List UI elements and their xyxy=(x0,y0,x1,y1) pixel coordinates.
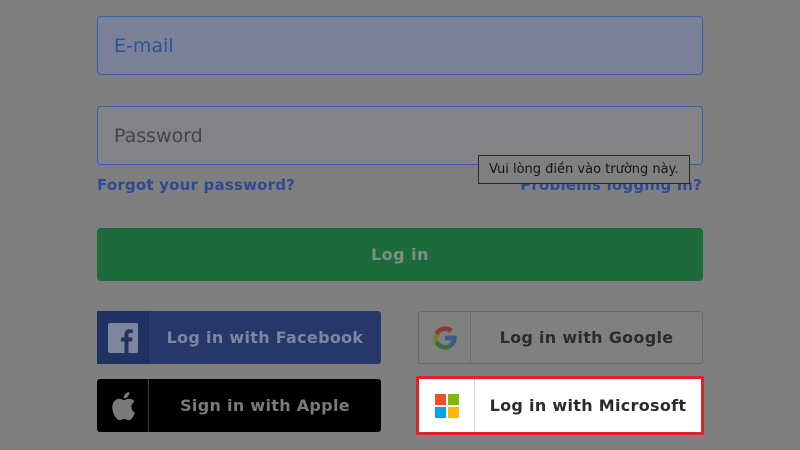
email-field[interactable]: E-mail xyxy=(97,16,703,75)
microsoft-login-label: Log in with Microsoft xyxy=(489,396,687,415)
google-login-button[interactable]: Log in with Google xyxy=(418,311,703,364)
password-placeholder: Password xyxy=(114,124,203,147)
google-icon xyxy=(419,312,471,363)
forgot-password-link[interactable]: Forgot your password? xyxy=(97,176,295,194)
login-button[interactable]: Log in xyxy=(97,228,703,281)
microsoft-icon xyxy=(419,379,475,432)
facebook-login-label: Log in with Facebook xyxy=(166,328,364,347)
apple-signin-button[interactable]: Sign in with Apple xyxy=(97,379,381,432)
apple-icon xyxy=(97,379,149,432)
microsoft-login-button[interactable]: Log in with Microsoft xyxy=(416,376,704,435)
facebook-login-button[interactable]: Log in with Facebook xyxy=(97,311,381,364)
email-placeholder: E-mail xyxy=(114,34,174,57)
validation-tooltip: Vui lòng điền vào trường này. xyxy=(478,155,690,184)
apple-signin-label: Sign in with Apple xyxy=(180,396,350,415)
google-login-label: Log in with Google xyxy=(499,328,674,347)
facebook-icon xyxy=(97,311,149,364)
